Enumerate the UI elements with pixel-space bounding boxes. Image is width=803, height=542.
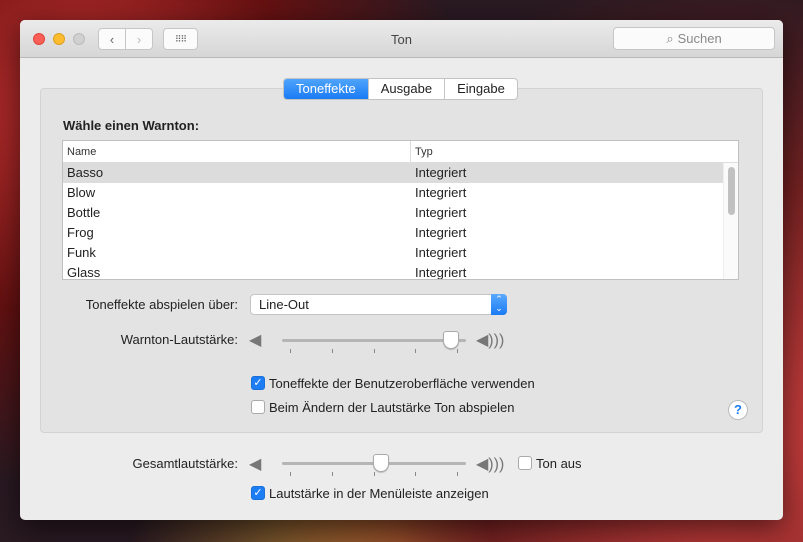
alert-volume-slider[interactable]: [282, 331, 466, 355]
table-row[interactable]: Funk Integriert: [63, 243, 738, 263]
help-button[interactable]: ?: [728, 400, 748, 420]
scroll-thumb[interactable]: [728, 167, 735, 215]
slider-knob[interactable]: [443, 331, 460, 349]
slider-tick: [331, 349, 333, 353]
sound-name: Frog: [67, 225, 94, 240]
feedback-label: Beim Ändern der Lautstärke Ton abspielen: [269, 400, 515, 415]
mute-label: Ton aus: [536, 456, 582, 471]
column-name[interactable]: Name: [63, 141, 411, 162]
sound-type: Integriert: [415, 205, 467, 220]
slider-tick: [331, 472, 333, 476]
slider-tick: [457, 472, 459, 476]
alert-heading: Wähle einen Warnton:: [63, 118, 200, 133]
output-volume-slider[interactable]: [282, 454, 466, 478]
search-placeholder: Suchen: [677, 31, 722, 46]
table-row[interactable]: Glass Integriert: [63, 263, 738, 280]
column-type[interactable]: Typ: [411, 141, 437, 162]
speaker-high-icon: ◀))): [476, 332, 505, 349]
slider-tick: [373, 472, 375, 476]
sound-type: Integriert: [415, 265, 467, 280]
play-via-label: Toneffekte abspielen über:: [85, 297, 238, 312]
alert-volume-label: Warnton-Lautstärke:: [120, 332, 238, 347]
search-icon: ⌕: [666, 30, 674, 46]
slider-tick: [290, 472, 291, 476]
sound-name: Blow: [67, 185, 96, 200]
table-row[interactable]: Frog Integriert: [63, 223, 738, 243]
table-row[interactable]: Basso Integriert: [63, 163, 738, 183]
sound-type: Integriert: [415, 225, 467, 240]
titlebar: ‹ › ⠿⠿ Ton ⌕ Suchen: [20, 20, 783, 58]
slider-track: [282, 339, 466, 342]
slider-tick: [457, 349, 459, 353]
updown-chevron-icon: ⌃ ⌄: [491, 294, 507, 315]
sound-name: Basso: [67, 165, 104, 180]
mute-checkbox[interactable]: [518, 456, 532, 470]
sound-type: Integriert: [415, 245, 467, 260]
sound-name: Funk: [67, 245, 96, 260]
table-row[interactable]: Blow Integriert: [63, 183, 738, 203]
slider-tick: [290, 349, 291, 353]
show-in-menubar-checkbox[interactable]: ✓: [251, 486, 265, 500]
play-via-value: Line-Out: [259, 297, 309, 312]
speaker-low-icon: ◀: [249, 332, 262, 349]
slider-knob[interactable]: [372, 454, 389, 472]
speaker-low-icon: ◀: [249, 456, 262, 473]
speaker-high-icon: ◀))): [476, 456, 505, 473]
tab-bar: Toneffekte Ausgabe Eingabe: [283, 78, 518, 100]
tab-toneffekte[interactable]: Toneffekte: [284, 79, 369, 99]
sound-type: Integriert: [415, 185, 467, 200]
alert-sound-table[interactable]: Name Typ Basso Integriert Blow Integriert Bo…: [62, 140, 739, 280]
output-volume-label: Gesamtlautstärke:: [132, 456, 239, 471]
tab-eingabe[interactable]: Eingabe: [445, 79, 517, 99]
table-header: Name Typ: [63, 141, 738, 163]
table-row[interactable]: Bottle Integriert: [63, 203, 738, 223]
tab-ausgabe[interactable]: Ausgabe: [369, 79, 446, 99]
slider-tick: [415, 349, 417, 353]
play-via-select[interactable]: Line-Out ⌃ ⌄: [250, 294, 507, 315]
sound-name: Bottle: [67, 205, 101, 220]
ui-sound-effects-checkbox[interactable]: ✓: [251, 376, 265, 390]
sound-type: Integriert: [415, 165, 467, 180]
search-field[interactable]: ⌕ Suchen: [613, 27, 775, 50]
sound-preferences-window: ‹ › ⠿⠿ Ton ⌕ Suchen Toneffekte Ausgabe Ei…: [20, 20, 783, 520]
ui-sound-effects-label: Toneffekte der Benutzeroberfläche verwen…: [269, 376, 535, 391]
show-in-menubar-label: Lautstärke in der Menüleiste anzeigen: [269, 486, 489, 501]
sound-name: Glass: [67, 265, 101, 280]
feedback-checkbox[interactable]: [251, 400, 265, 414]
slider-tick: [373, 349, 375, 353]
scrollbar[interactable]: [723, 163, 738, 279]
slider-tick: [415, 472, 417, 476]
